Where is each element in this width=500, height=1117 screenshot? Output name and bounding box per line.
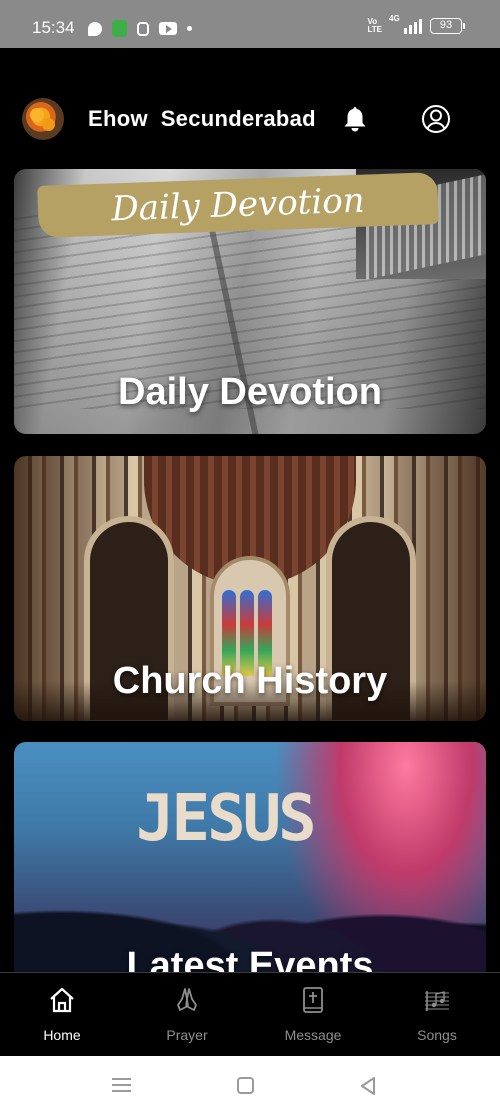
battery-icon: 93	[430, 18, 465, 34]
praying-hands-icon	[177, 988, 197, 1011]
bottom-navigation: Home Prayer Message Songs	[0, 972, 500, 1056]
card-title-daily-devotion: Daily Devotion	[118, 371, 382, 413]
battery-level: 93	[439, 19, 453, 31]
notification-icons	[88, 20, 192, 37]
volte-label: Vo LTE	[367, 17, 382, 34]
latest-events-card[interactable]: JESUS Latest Events	[14, 742, 486, 982]
chat-bubble-icon	[88, 21, 102, 36]
system-navigation-bar	[0, 1056, 500, 1117]
bible-icon	[303, 987, 323, 1013]
daily-devotion-card[interactable]: Daily Devotion Daily Devotion	[14, 169, 486, 434]
account-circle-icon[interactable]	[421, 104, 451, 134]
nav-item-message[interactable]: Message	[263, 985, 363, 1043]
home-button-icon[interactable]	[237, 1077, 254, 1094]
app-notification-icon	[112, 20, 127, 37]
youtube-icon	[159, 22, 177, 35]
network-type: 4G	[389, 14, 400, 23]
home-icon	[50, 987, 74, 1013]
church-history-card[interactable]: Church History	[14, 456, 486, 721]
system-status-icons: Vo LTE 4G 93	[367, 14, 465, 34]
nav-label-home: Home	[43, 1027, 81, 1043]
bell-icon[interactable]	[340, 104, 370, 134]
app-title: Ehow Secunderabad	[88, 106, 316, 131]
back-icon[interactable]	[359, 1076, 377, 1096]
android-debug-icon	[137, 21, 149, 36]
church-logo-avatar[interactable]	[22, 98, 64, 140]
app-header: Ehow Secunderabad	[0, 92, 500, 148]
signal-strength-icon: 4G	[389, 14, 422, 34]
nav-label-songs: Songs	[417, 1027, 457, 1043]
nav-label-prayer: Prayer	[166, 1027, 208, 1043]
nav-item-home[interactable]: Home	[12, 985, 112, 1043]
card-title-church-history: Church History	[112, 660, 388, 702]
nav-label-message: Message	[284, 1027, 342, 1043]
more-notifications-dot-icon	[187, 26, 192, 31]
nav-item-songs[interactable]: Songs	[387, 985, 487, 1043]
recent-apps-icon[interactable]	[112, 1078, 131, 1094]
banner-text: Daily Devotion	[110, 180, 366, 230]
status-time: 15:34	[32, 18, 75, 37]
status-bar: 15:34 Vo LTE 4G 93	[0, 0, 500, 48]
music-sheet-icon	[425, 991, 449, 1011]
nav-item-prayer[interactable]: Prayer	[137, 985, 237, 1043]
